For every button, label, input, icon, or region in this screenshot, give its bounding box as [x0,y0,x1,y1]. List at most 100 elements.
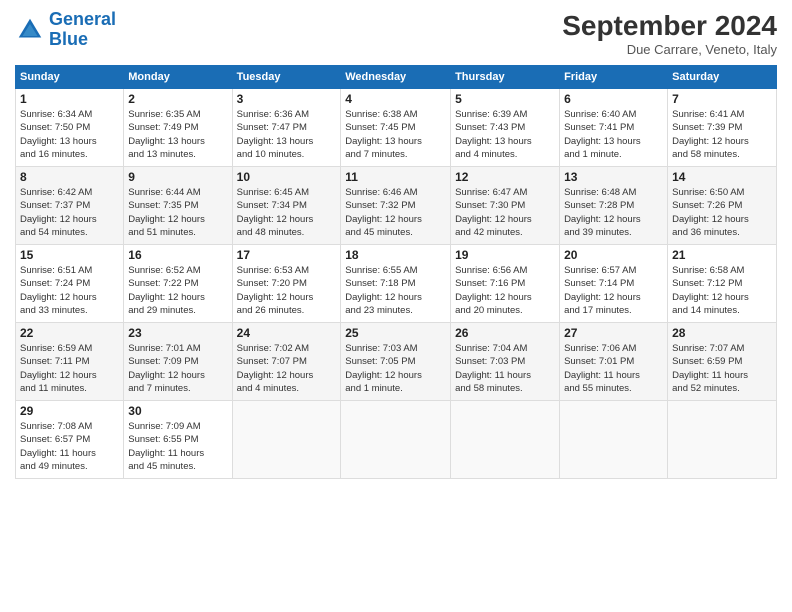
calendar-cell [451,401,560,479]
calendar-cell [560,401,668,479]
day-number: 2 [128,92,227,106]
logo: General Blue [15,10,116,50]
day-number: 25 [345,326,446,340]
calendar-header: Sunday Monday Tuesday Wednesday Thursday… [16,66,777,89]
day-number: 19 [455,248,555,262]
logo-icon [15,15,45,45]
day-number: 5 [455,92,555,106]
day-info: Sunrise: 6:34 AM Sunset: 7:50 PM Dayligh… [20,108,119,161]
day-info: Sunrise: 6:46 AM Sunset: 7:32 PM Dayligh… [345,186,446,239]
day-number: 17 [237,248,337,262]
calendar-week-row: 15Sunrise: 6:51 AM Sunset: 7:24 PM Dayli… [16,245,777,323]
day-info: Sunrise: 7:01 AM Sunset: 7:09 PM Dayligh… [128,342,227,395]
day-number: 9 [128,170,227,184]
title-block: September 2024 Due Carrare, Veneto, Ital… [562,10,777,57]
calendar-cell: 8 Sunrise: 6:42 AM Sunset: 7:37 PM Daylig… [16,167,124,245]
calendar-cell: 19 Sunrise: 6:56 AM Sunset: 7:16 PM Dayli… [451,245,560,323]
calendar-cell: 23Sunrise: 7:01 AM Sunset: 7:09 PM Dayli… [124,323,232,401]
calendar-cell: 18 Sunrise: 6:55 AM Sunset: 7:18 PM Dayli… [341,245,451,323]
day-info: Sunrise: 7:09 AM Sunset: 6:55 PM Dayligh… [128,420,227,473]
calendar-week-row: 22 Sunrise: 6:59 AM Sunset: 7:11 PM Dayli… [16,323,777,401]
day-info: Sunrise: 7:02 AM Sunset: 7:07 PM Dayligh… [237,342,337,395]
day-info: Sunrise: 6:56 AM Sunset: 7:16 PM Dayligh… [455,264,555,317]
header: General Blue September 2024 Due Carrare,… [15,10,777,57]
day-number: 6 [564,92,663,106]
day-info: Sunrise: 6:39 AM Sunset: 7:43 PM Dayligh… [455,108,555,161]
col-friday: Friday [560,66,668,89]
day-info: Sunrise: 6:42 AM Sunset: 7:37 PM Dayligh… [20,186,119,239]
day-info: Sunrise: 7:08 AM Sunset: 6:57 PM Dayligh… [20,420,119,473]
day-number: 4 [345,92,446,106]
day-info: Sunrise: 7:07 AM Sunset: 6:59 PM Dayligh… [672,342,772,395]
calendar-cell: 29 Sunrise: 7:08 AM Sunset: 6:57 PM Dayli… [16,401,124,479]
calendar-cell: 5 Sunrise: 6:39 AM Sunset: 7:43 PM Daylig… [451,89,560,167]
calendar-cell: 22 Sunrise: 6:59 AM Sunset: 7:11 PM Dayli… [16,323,124,401]
calendar-week-row: 8 Sunrise: 6:42 AM Sunset: 7:37 PM Daylig… [16,167,777,245]
day-number: 1 [20,92,119,106]
calendar-cell [341,401,451,479]
calendar-cell: 6 Sunrise: 6:40 AM Sunset: 7:41 PM Daylig… [560,89,668,167]
day-info: Sunrise: 7:03 AM Sunset: 7:05 PM Dayligh… [345,342,446,395]
day-number: 22 [20,326,119,340]
day-info: Sunrise: 6:36 AM Sunset: 7:47 PM Dayligh… [237,108,337,161]
day-number: 21 [672,248,772,262]
calendar-cell: 17 Sunrise: 6:53 AM Sunset: 7:20 PM Dayli… [232,245,341,323]
header-row: Sunday Monday Tuesday Wednesday Thursday… [16,66,777,89]
subtitle: Due Carrare, Veneto, Italy [562,42,777,57]
day-number: 12 [455,170,555,184]
col-saturday: Saturday [668,66,777,89]
calendar-table: Sunday Monday Tuesday Wednesday Thursday… [15,65,777,479]
day-info: Sunrise: 6:48 AM Sunset: 7:28 PM Dayligh… [564,186,663,239]
day-number: 30 [128,404,227,418]
calendar-cell: 30 Sunrise: 7:09 AM Sunset: 6:55 PM Dayli… [124,401,232,479]
day-info: Sunrise: 7:06 AM Sunset: 7:01 PM Dayligh… [564,342,663,395]
calendar-cell: 14 Sunrise: 6:50 AM Sunset: 7:26 PM Dayli… [668,167,777,245]
calendar-cell: 3 Sunrise: 6:36 AM Sunset: 7:47 PM Daylig… [232,89,341,167]
day-number: 18 [345,248,446,262]
day-info: Sunrise: 6:40 AM Sunset: 7:41 PM Dayligh… [564,108,663,161]
day-number: 20 [564,248,663,262]
day-number: 28 [672,326,772,340]
calendar-cell: 9 Sunrise: 6:44 AM Sunset: 7:35 PM Daylig… [124,167,232,245]
calendar-cell: 16Sunrise: 6:52 AM Sunset: 7:22 PM Dayli… [124,245,232,323]
day-info: Sunrise: 6:50 AM Sunset: 7:26 PM Dayligh… [672,186,772,239]
calendar-cell: 12 Sunrise: 6:47 AM Sunset: 7:30 PM Dayli… [451,167,560,245]
day-info: Sunrise: 6:57 AM Sunset: 7:14 PM Dayligh… [564,264,663,317]
logo-text: General Blue [49,10,116,50]
day-number: 27 [564,326,663,340]
day-number: 14 [672,170,772,184]
day-info: Sunrise: 6:55 AM Sunset: 7:18 PM Dayligh… [345,264,446,317]
day-number: 26 [455,326,555,340]
calendar-cell: 10Sunrise: 6:45 AM Sunset: 7:34 PM Dayli… [232,167,341,245]
calendar-cell: 25 Sunrise: 7:03 AM Sunset: 7:05 PM Dayli… [341,323,451,401]
calendar-body: 1 Sunrise: 6:34 AM Sunset: 7:50 PM Daylig… [16,89,777,479]
calendar-week-row: 29 Sunrise: 7:08 AM Sunset: 6:57 PM Dayli… [16,401,777,479]
day-number: 16 [128,248,227,262]
calendar-cell [232,401,341,479]
day-info: Sunrise: 6:38 AM Sunset: 7:45 PM Dayligh… [345,108,446,161]
day-number: 24 [237,326,337,340]
calendar-cell: 13 Sunrise: 6:48 AM Sunset: 7:28 PM Dayli… [560,167,668,245]
day-info: Sunrise: 6:47 AM Sunset: 7:30 PM Dayligh… [455,186,555,239]
day-info: Sunrise: 6:41 AM Sunset: 7:39 PM Dayligh… [672,108,772,161]
day-info: Sunrise: 6:44 AM Sunset: 7:35 PM Dayligh… [128,186,227,239]
day-number: 8 [20,170,119,184]
calendar-cell: 2Sunrise: 6:35 AM Sunset: 7:49 PM Daylig… [124,89,232,167]
month-title: September 2024 [562,10,777,42]
day-number: 3 [237,92,337,106]
day-number: 7 [672,92,772,106]
calendar-cell [668,401,777,479]
day-number: 15 [20,248,119,262]
calendar-week-row: 1 Sunrise: 6:34 AM Sunset: 7:50 PM Daylig… [16,89,777,167]
day-info: Sunrise: 6:45 AM Sunset: 7:34 PM Dayligh… [237,186,337,239]
calendar-cell: 20 Sunrise: 6:57 AM Sunset: 7:14 PM Dayli… [560,245,668,323]
calendar-cell: 26Sunrise: 7:04 AM Sunset: 7:03 PM Dayli… [451,323,560,401]
calendar-cell: 21Sunrise: 6:58 AM Sunset: 7:12 PM Dayli… [668,245,777,323]
day-info: Sunrise: 6:53 AM Sunset: 7:20 PM Dayligh… [237,264,337,317]
day-info: Sunrise: 6:59 AM Sunset: 7:11 PM Dayligh… [20,342,119,395]
calendar-cell: 15Sunrise: 6:51 AM Sunset: 7:24 PM Dayli… [16,245,124,323]
day-number: 29 [20,404,119,418]
calendar-cell: 7 Sunrise: 6:41 AM Sunset: 7:39 PM Daylig… [668,89,777,167]
col-wednesday: Wednesday [341,66,451,89]
day-number: 13 [564,170,663,184]
